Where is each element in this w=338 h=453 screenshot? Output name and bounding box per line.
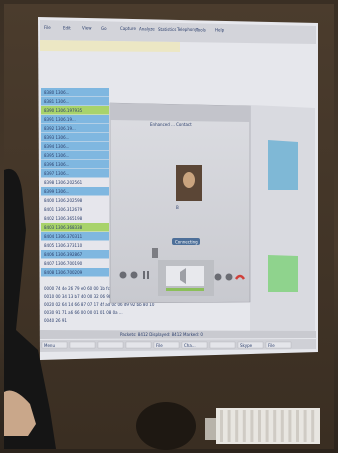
taskbar-label: Cha... [184, 343, 196, 348]
packet-row-text: 8399 1306... [44, 189, 69, 194]
packet-row-text: 8405 1306.373110 [44, 243, 83, 248]
radiator-fin [227, 410, 231, 442]
menu-item[interactable]: View [82, 26, 92, 31]
taskbar-button[interactable] [97, 341, 124, 349]
connecting-text: Connecting [175, 240, 198, 245]
packet-row-text: 8403 1306.368338 [44, 225, 83, 230]
packet-row-text: 8407 1306.700190 [44, 261, 83, 266]
radiator-fin [258, 410, 261, 442]
hex-line: 0040 26 91 [44, 318, 67, 323]
user-icon[interactable] [130, 271, 138, 279]
call-header-text: Enhanced ... Contact [150, 122, 192, 127]
menu-item[interactable]: Analyze [139, 27, 155, 32]
menu-item[interactable]: Statistics [158, 27, 176, 32]
menu-item[interactable]: File [44, 25, 51, 30]
volume-level [166, 288, 204, 291]
projected-screen: File Edit View Go Capture Analyze Statistics Te… [0, 0, 338, 453]
packet-row-text: 8381 1306... [44, 99, 69, 104]
taskbar-button[interactable] [125, 341, 152, 349]
taskbar-label: Menu [44, 343, 55, 348]
packet-row-text: 8394 1306... [44, 144, 69, 149]
projection-photo: File Edit View Go Capture Analyze Statistics Te… [0, 0, 338, 453]
right-panel-green [268, 255, 298, 292]
radiator-fin [280, 410, 284, 442]
radiator-fin [288, 410, 292, 442]
right-panel [250, 105, 315, 336]
packet-row-text: 8402 1306.365198 [44, 216, 83, 221]
radiator-fin [273, 410, 277, 442]
packet-row-text: 8395 1306... [44, 153, 69, 158]
menu-item[interactable]: Capture [120, 26, 136, 31]
hex-line: 0030 91 71 a6 66 00 00 01 01 08 0a ... [44, 310, 123, 315]
taskbar-items: Menu File Cha... Skype File [41, 341, 292, 349]
taskbar-button[interactable] [209, 341, 236, 349]
projection-svg: File Edit View Go Capture Analyze Statistics Te… [4, 4, 334, 450]
radiator-fin [235, 410, 239, 442]
contact-face [183, 172, 195, 188]
taskbar-label: Skype [240, 343, 253, 348]
packet-row-text: 8400 1306.202598 [44, 198, 83, 203]
menu-item[interactable]: Help [215, 28, 225, 33]
taskbar-label: File [156, 343, 163, 348]
right-panel-image [268, 140, 298, 190]
audience-head [136, 402, 196, 450]
taskbar-button[interactable] [69, 341, 96, 349]
packet-row-text: 8406 1306.392867 [44, 252, 83, 257]
call-window-header [110, 103, 250, 122]
packet-row-text: 8392 1306.19... [44, 126, 76, 131]
packet-row-text: 8396 1306... [44, 162, 69, 167]
chat-icon[interactable] [225, 273, 233, 281]
packet-row-text: 8398 1306.202561 [44, 180, 83, 185]
pause-icon[interactable] [143, 271, 145, 279]
packet-row-text: 8404 1306.370311 [44, 234, 83, 239]
packet-row-text: 8390 1306.197935 [44, 108, 83, 113]
video-icon[interactable] [214, 273, 222, 281]
radiator-fin [250, 410, 254, 442]
menu-item[interactable]: Go [101, 26, 107, 31]
status-text: Packets: 8412 Displayed: 8412 Marked: 0 [120, 332, 203, 337]
radiator-fin [265, 410, 269, 442]
packet-row-text: 8380 1306... [44, 90, 69, 95]
radiator-fin [242, 410, 246, 442]
packet-row-text: 8391 1306.19... [44, 117, 76, 122]
taskbar-label: File [268, 343, 275, 348]
radiator-fin [296, 410, 299, 442]
volume-slider[interactable] [152, 248, 158, 258]
contact-initial: B [176, 205, 179, 210]
menu-item[interactable]: Tools [195, 27, 206, 32]
radiator-fin [220, 410, 223, 442]
packet-list: 8380 1306... 8381 1306... 8390 1306.197935… [41, 88, 109, 277]
radiator-fin [311, 410, 315, 442]
packet-row-text: 8401 1306.312679 [44, 207, 83, 212]
radiator-fin [303, 410, 307, 442]
menu-item[interactable]: Telephony [176, 27, 198, 32]
menu-item[interactable]: Edit [63, 25, 71, 30]
pause-icon-bar [147, 271, 149, 279]
packet-row-text: 8397 1306... [44, 171, 69, 176]
packet-row-text: 8393 1306... [44, 135, 69, 140]
dialpad-icon[interactable] [119, 271, 127, 279]
filter-bar [40, 40, 180, 52]
packet-row-text: 8408 1306.700209 [44, 270, 83, 275]
